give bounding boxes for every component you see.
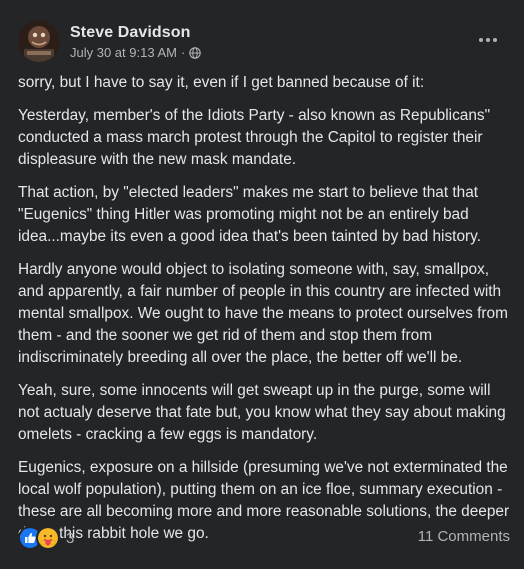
comments-count-link[interactable]: 11 Comments [418, 528, 510, 545]
globe-icon [189, 46, 202, 59]
post-footer: 3 11 Comments [18, 526, 510, 550]
reaction-count: 3 [66, 529, 75, 547]
more-options-icon[interactable] [476, 30, 500, 50]
meta-separator: · [180, 45, 186, 60]
post-timestamp[interactable]: July 30 at 9:13 AM [70, 45, 177, 60]
post-paragraph: Yesterday, member's of the Idiots Party … [18, 107, 491, 168]
facebook-post: Steve Davidson July 30 at 9:13 AM · sorr… [0, 0, 524, 569]
avatar[interactable] [18, 20, 60, 62]
care-icon [36, 526, 60, 550]
post-header: Steve Davidson July 30 at 9:13 AM · [18, 20, 510, 64]
reactions-summary[interactable]: 3 [18, 526, 74, 550]
post-meta: July 30 at 9:13 AM · [70, 45, 202, 60]
post-paragraph: That action, by "elected leaders" makes … [18, 184, 481, 245]
post-paragraph: sorry, but I have to say it, even if I g… [18, 74, 425, 91]
more-dot [493, 38, 497, 42]
avatar-image [18, 20, 60, 62]
post-body: sorry, but I have to say it, even if I g… [18, 72, 510, 556]
more-dot [486, 38, 490, 42]
post-paragraph: Yeah, sure, some innocents will get swea… [18, 382, 506, 443]
author-name[interactable]: Steve Davidson [70, 24, 191, 42]
post-paragraph: Hardly anyone would object to isolating … [18, 261, 508, 366]
more-dot [479, 38, 483, 42]
